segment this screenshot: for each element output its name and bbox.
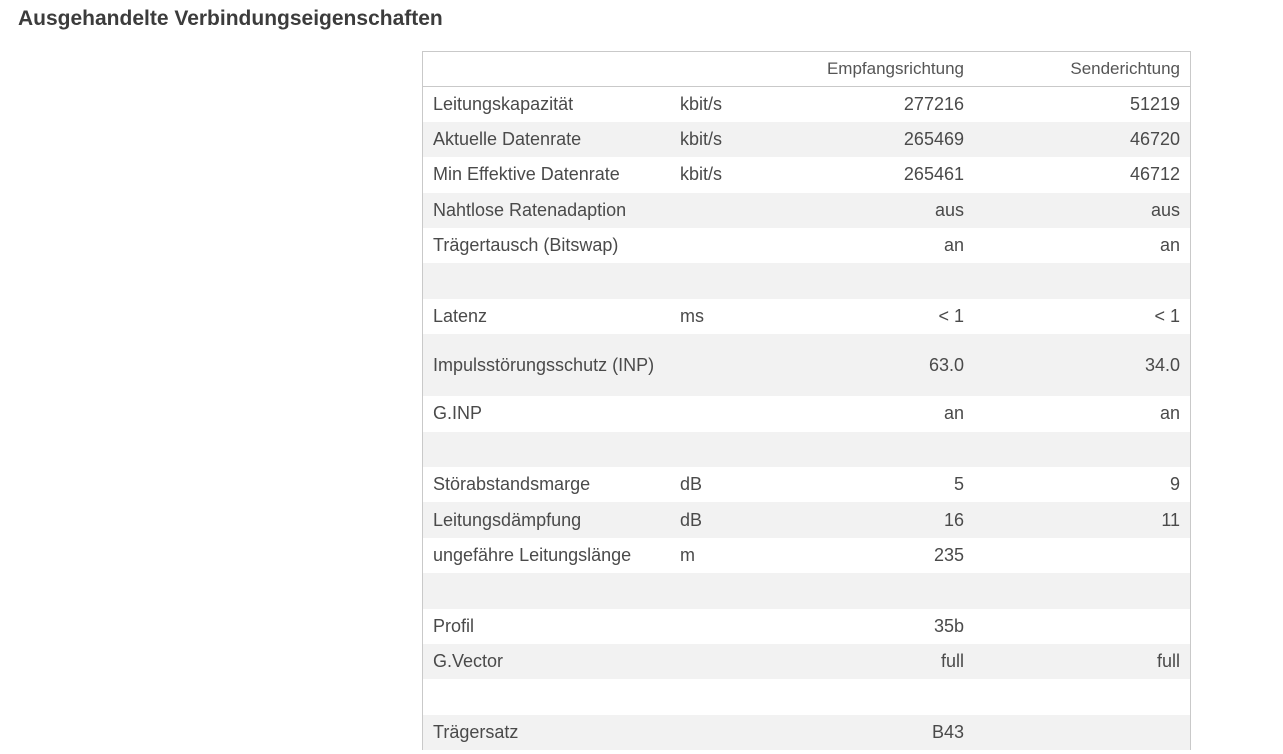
row-unit <box>670 334 780 397</box>
header-unit <box>670 52 780 87</box>
row-downstream <box>780 263 974 299</box>
row-upstream: aus <box>974 192 1190 229</box>
row-upstream: < 1 <box>974 298 1190 335</box>
row-label: G.Vector <box>423 643 670 680</box>
row-label: Latenz <box>423 298 670 335</box>
table-row: Aktuelle Datenrate kbit/s 265469 46720 <box>423 121 1190 158</box>
row-downstream <box>780 573 974 609</box>
row-downstream: 16 <box>780 502 974 538</box>
row-label: G.INP <box>423 396 670 432</box>
row-label: Profil <box>423 608 670 644</box>
row-downstream: 235 <box>780 537 974 574</box>
row-downstream: 63.0 <box>780 334 974 397</box>
row-label: Aktuelle Datenrate <box>423 121 670 158</box>
row-label: Trägertausch (Bitswap) <box>423 228 670 264</box>
row-unit <box>670 192 780 229</box>
spacer-row <box>423 263 1190 299</box>
spacer-row <box>423 573 1190 609</box>
page-title: Ausgehandelte Verbindungseigenschaften <box>18 7 443 30</box>
row-downstream: B43 <box>780 714 974 751</box>
row-upstream <box>974 263 1190 299</box>
row-upstream: 46712 <box>974 157 1190 193</box>
table-header-row: Empfangsrichtung Senderichtung <box>423 52 1190 87</box>
row-downstream: full <box>780 643 974 680</box>
row-unit <box>670 573 780 609</box>
row-upstream <box>974 573 1190 609</box>
table-row: ungefähre Leitungslänge m 235 <box>423 537 1190 574</box>
row-downstream: < 1 <box>780 298 974 335</box>
row-upstream: an <box>974 228 1190 264</box>
row-upstream: an <box>974 396 1190 432</box>
row-unit: dB <box>670 502 780 538</box>
spacer-row <box>423 679 1190 715</box>
row-unit <box>670 396 780 432</box>
connection-properties-table: Empfangsrichtung Senderichtung Leitungsk… <box>422 51 1191 751</box>
row-label: Trägersatz <box>423 714 670 751</box>
row-upstream <box>974 608 1190 644</box>
row-downstream: 5 <box>780 467 974 503</box>
row-label <box>423 431 670 468</box>
table-row: Profil 35b <box>423 608 1190 644</box>
table-row: Min Effektive Datenrate kbit/s 265461 46… <box>423 157 1190 193</box>
row-label: Min Effektive Datenrate <box>423 157 670 193</box>
row-label <box>423 573 670 609</box>
row-downstream <box>780 431 974 468</box>
row-downstream: 265461 <box>780 157 974 193</box>
row-label: Leitungsdämpfung <box>423 502 670 538</box>
properties-table: Empfangsrichtung Senderichtung Leitungsk… <box>423 52 1190 751</box>
table-row: Leitungsdämpfung dB 16 11 <box>423 502 1190 538</box>
row-upstream: 11 <box>974 502 1190 538</box>
table-row: Leitungskapazität kbit/s 277216 51219 <box>423 86 1190 122</box>
row-label: Nahtlose Ratenadaption <box>423 192 670 229</box>
table-row: Trägertausch (Bitswap) an an <box>423 228 1190 264</box>
row-label: Leitungskapazität <box>423 86 670 122</box>
table-row: G.Vector full full <box>423 643 1190 680</box>
row-downstream: an <box>780 396 974 432</box>
row-downstream: aus <box>780 192 974 229</box>
row-label <box>423 679 670 715</box>
row-downstream <box>780 679 974 715</box>
row-upstream <box>974 537 1190 574</box>
row-unit <box>670 608 780 644</box>
row-upstream: full <box>974 643 1190 680</box>
row-label: Impulsstörungsschutz (INP) <box>423 334 670 397</box>
header-upstream: Senderichtung <box>974 52 1190 87</box>
table-row: G.INP an an <box>423 396 1190 432</box>
row-unit: kbit/s <box>670 86 780 122</box>
row-upstream <box>974 431 1190 468</box>
row-downstream: an <box>780 228 974 264</box>
row-unit: m <box>670 537 780 574</box>
row-label <box>423 263 670 299</box>
row-upstream: 34.0 <box>974 334 1190 397</box>
row-label: Störabstandsmarge <box>423 467 670 503</box>
row-unit <box>670 679 780 715</box>
spacer-row <box>423 431 1190 468</box>
row-unit <box>670 228 780 264</box>
row-unit: dB <box>670 467 780 503</box>
row-unit <box>670 263 780 299</box>
row-unit <box>670 643 780 680</box>
row-unit: kbit/s <box>670 121 780 158</box>
row-label: ungefähre Leitungslänge <box>423 537 670 574</box>
row-upstream: 9 <box>974 467 1190 503</box>
row-upstream <box>974 679 1190 715</box>
row-downstream: 265469 <box>780 121 974 158</box>
row-unit <box>670 714 780 751</box>
table-row: Latenz ms < 1 < 1 <box>423 298 1190 335</box>
table-row: Nahtlose Ratenadaption aus aus <box>423 192 1190 229</box>
row-downstream: 35b <box>780 608 974 644</box>
row-upstream <box>974 714 1190 751</box>
table-row: Impulsstörungsschutz (INP) 63.0 34.0 <box>423 334 1190 397</box>
table-row: Trägersatz B43 <box>423 714 1190 751</box>
table-row: Störabstandsmarge dB 5 9 <box>423 467 1190 503</box>
row-upstream: 51219 <box>974 86 1190 122</box>
row-unit <box>670 431 780 468</box>
row-unit: kbit/s <box>670 157 780 193</box>
row-downstream: 277216 <box>780 86 974 122</box>
row-upstream: 46720 <box>974 121 1190 158</box>
header-label <box>423 52 670 87</box>
header-downstream: Empfangsrichtung <box>780 52 974 87</box>
row-unit: ms <box>670 298 780 335</box>
